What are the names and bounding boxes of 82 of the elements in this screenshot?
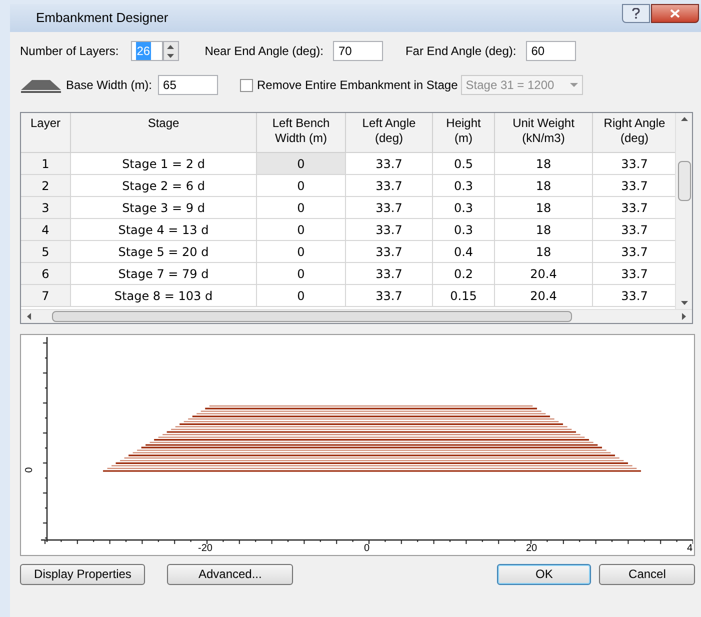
table-cell[interactable]: 33.7 <box>346 153 433 174</box>
table-cell[interactable]: 4 <box>21 219 71 240</box>
table-cell[interactable]: 2 <box>21 175 71 196</box>
help-button[interactable] <box>622 4 650 23</box>
table-cell[interactable]: 0.3 <box>433 219 495 240</box>
cancel-button[interactable]: Cancel <box>599 564 696 584</box>
scroll-thumb[interactable] <box>52 311 572 322</box>
table-cell[interactable]: 0 <box>257 197 346 218</box>
table-cell[interactable]: 18 <box>495 197 593 218</box>
axis-label: 20 <box>526 543 538 554</box>
column-header[interactable]: Height (m) <box>433 113 495 152</box>
scroll-down-icon <box>680 301 688 305</box>
advanced-button[interactable]: Advanced... <box>167 564 293 584</box>
checkbox-label: Remove Entire Embankment in Stage <box>257 77 458 94</box>
table-cell[interactable]: 0.5 <box>433 153 495 174</box>
vertical-scrollbar[interactable] <box>675 113 692 309</box>
down-arrow-icon <box>167 54 174 58</box>
table-cell[interactable]: 0 <box>257 241 346 262</box>
spinner[interactable] <box>162 41 179 61</box>
column-header[interactable]: Unit Weight (kN/m3) <box>495 113 593 152</box>
scroll-thumb[interactable] <box>678 161 691 201</box>
column-header[interactable]: Stage <box>71 113 257 152</box>
table-cell[interactable]: 0.2 <box>433 263 495 284</box>
table-cell[interactable]: 33.7 <box>346 241 433 262</box>
table-cell[interactable]: Stage 5 = 20 d <box>71 241 257 262</box>
table-cell[interactable]: 0 <box>257 175 346 196</box>
table-cell[interactable]: 18 <box>495 219 593 240</box>
axis-label: 0 <box>364 543 370 554</box>
embankment-icon <box>20 77 62 93</box>
table-cell[interactable]: 0 <box>257 219 346 240</box>
table-cell[interactable]: 0 <box>257 153 346 174</box>
close-button[interactable] <box>651 4 699 23</box>
table-cell[interactable]: 33.7 <box>346 219 433 240</box>
table-cell[interactable]: 20.4 <box>495 263 593 284</box>
table-cell[interactable]: 0 <box>257 285 346 306</box>
table-cell[interactable]: 1 <box>21 153 71 174</box>
window-title: Embankment Designer <box>36 9 168 28</box>
field-label: Base Width (m): <box>66 77 152 94</box>
table-cell[interactable]: Stage 3 = 9 d <box>71 197 257 218</box>
scroll-up-icon <box>680 117 688 121</box>
table-cell[interactable]: 0.4 <box>433 241 495 262</box>
question-mark-icon <box>632 8 640 19</box>
table-cell[interactable]: 33.7 <box>346 197 433 218</box>
table-cell[interactable]: 0.15 <box>433 285 495 306</box>
axis-label: -20 <box>198 543 212 554</box>
far-angle-field[interactable]: 60 <box>526 41 576 61</box>
dropdown-arrow-icon <box>570 83 578 87</box>
up-arrow-icon <box>167 44 174 48</box>
axis-label: 4 <box>687 543 693 554</box>
table-cell[interactable]: 18 <box>495 241 593 262</box>
column-header[interactable]: Left Angle (deg) <box>346 113 433 152</box>
axis-label: 0 <box>24 467 35 473</box>
column-header[interactable]: Left Bench Width (m) <box>257 113 346 152</box>
field-label: Far End Angle (deg): <box>405 43 516 60</box>
table-cell[interactable]: 3 <box>21 197 71 218</box>
display-properties-button[interactable]: Display Properties <box>20 564 146 584</box>
table-cell[interactable]: Stage 4 = 13 d <box>71 219 257 240</box>
table-cell[interactable]: 18 <box>495 153 593 174</box>
scroll-left-icon <box>27 313 31 320</box>
table-cell[interactable]: 0 <box>257 263 346 284</box>
table-cell[interactable]: Stage 2 = 6 d <box>71 175 257 196</box>
table-cell[interactable]: 20.4 <box>495 285 593 306</box>
table-cell[interactable]: 33.7 <box>346 175 433 196</box>
scroll-right-icon <box>682 313 686 320</box>
horizontal-scrollbar[interactable] <box>21 309 692 323</box>
table-cell[interactable]: 0.3 <box>433 197 495 218</box>
base-width-field[interactable]: 65 <box>158 75 218 95</box>
ok-button[interactable]: OK <box>496 564 592 584</box>
table-cell[interactable]: 5 <box>21 241 71 262</box>
table-cell[interactable]: 7 <box>21 285 71 306</box>
table-cell[interactable]: 18 <box>495 175 593 196</box>
table-cell[interactable]: 33.7 <box>346 285 433 306</box>
close-icon <box>670 9 680 18</box>
field-label: Number of Layers: <box>20 43 119 60</box>
table-cell[interactable]: Stage 7 = 79 d <box>71 263 257 284</box>
table-cell[interactable]: 33.7 <box>346 263 433 284</box>
table-cell[interactable]: 6 <box>21 263 71 284</box>
table-cell[interactable]: Stage 8 = 103 d <box>71 285 257 306</box>
column-header[interactable]: Layer <box>21 113 71 152</box>
near-angle-field[interactable]: 70 <box>333 41 384 61</box>
field-label: Near End Angle (deg): <box>204 43 324 60</box>
table-cell[interactable]: 0.3 <box>433 175 495 196</box>
